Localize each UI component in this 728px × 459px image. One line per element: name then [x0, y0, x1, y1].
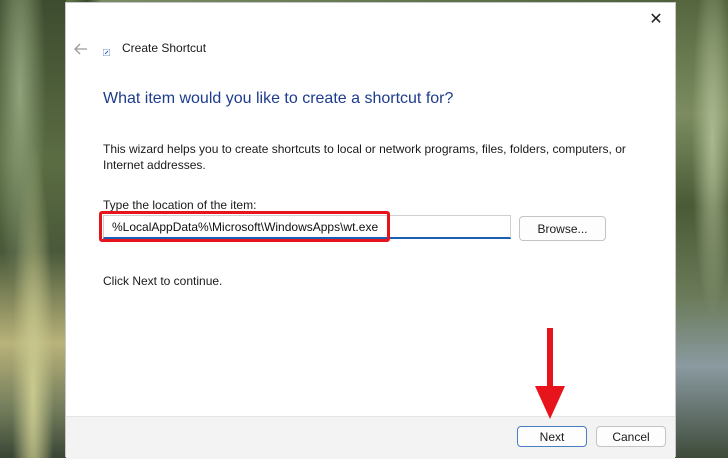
wizard-description: This wizard helps you to create shortcut…	[103, 142, 626, 172]
continue-instruction: Click Next to continue.	[103, 274, 223, 288]
dialog-footer: Next Cancel	[66, 416, 675, 459]
wizard-title: Create Shortcut	[122, 41, 207, 55]
back-button[interactable]	[72, 40, 90, 58]
back-arrow-icon	[74, 43, 87, 55]
wallpaper-right	[676, 0, 728, 458]
browse-button[interactable]: Browse...	[519, 216, 606, 241]
wizard-nav: Create Shortcut	[66, 36, 675, 62]
close-icon: ✕	[649, 11, 663, 28]
location-input[interactable]	[103, 215, 511, 239]
title-bar: ✕	[66, 3, 675, 33]
shortcut-icon	[103, 49, 110, 56]
cancel-button[interactable]: Cancel	[596, 426, 666, 447]
location-label: Type the location of the item:	[103, 198, 257, 212]
next-button[interactable]: Next	[517, 426, 587, 447]
wallpaper-left	[0, 0, 66, 458]
create-shortcut-dialog: ✕ Create Shortcut What item would you li…	[65, 2, 676, 459]
close-button[interactable]: ✕	[643, 7, 669, 31]
page-heading: What item would you like to create a sho…	[103, 90, 454, 107]
